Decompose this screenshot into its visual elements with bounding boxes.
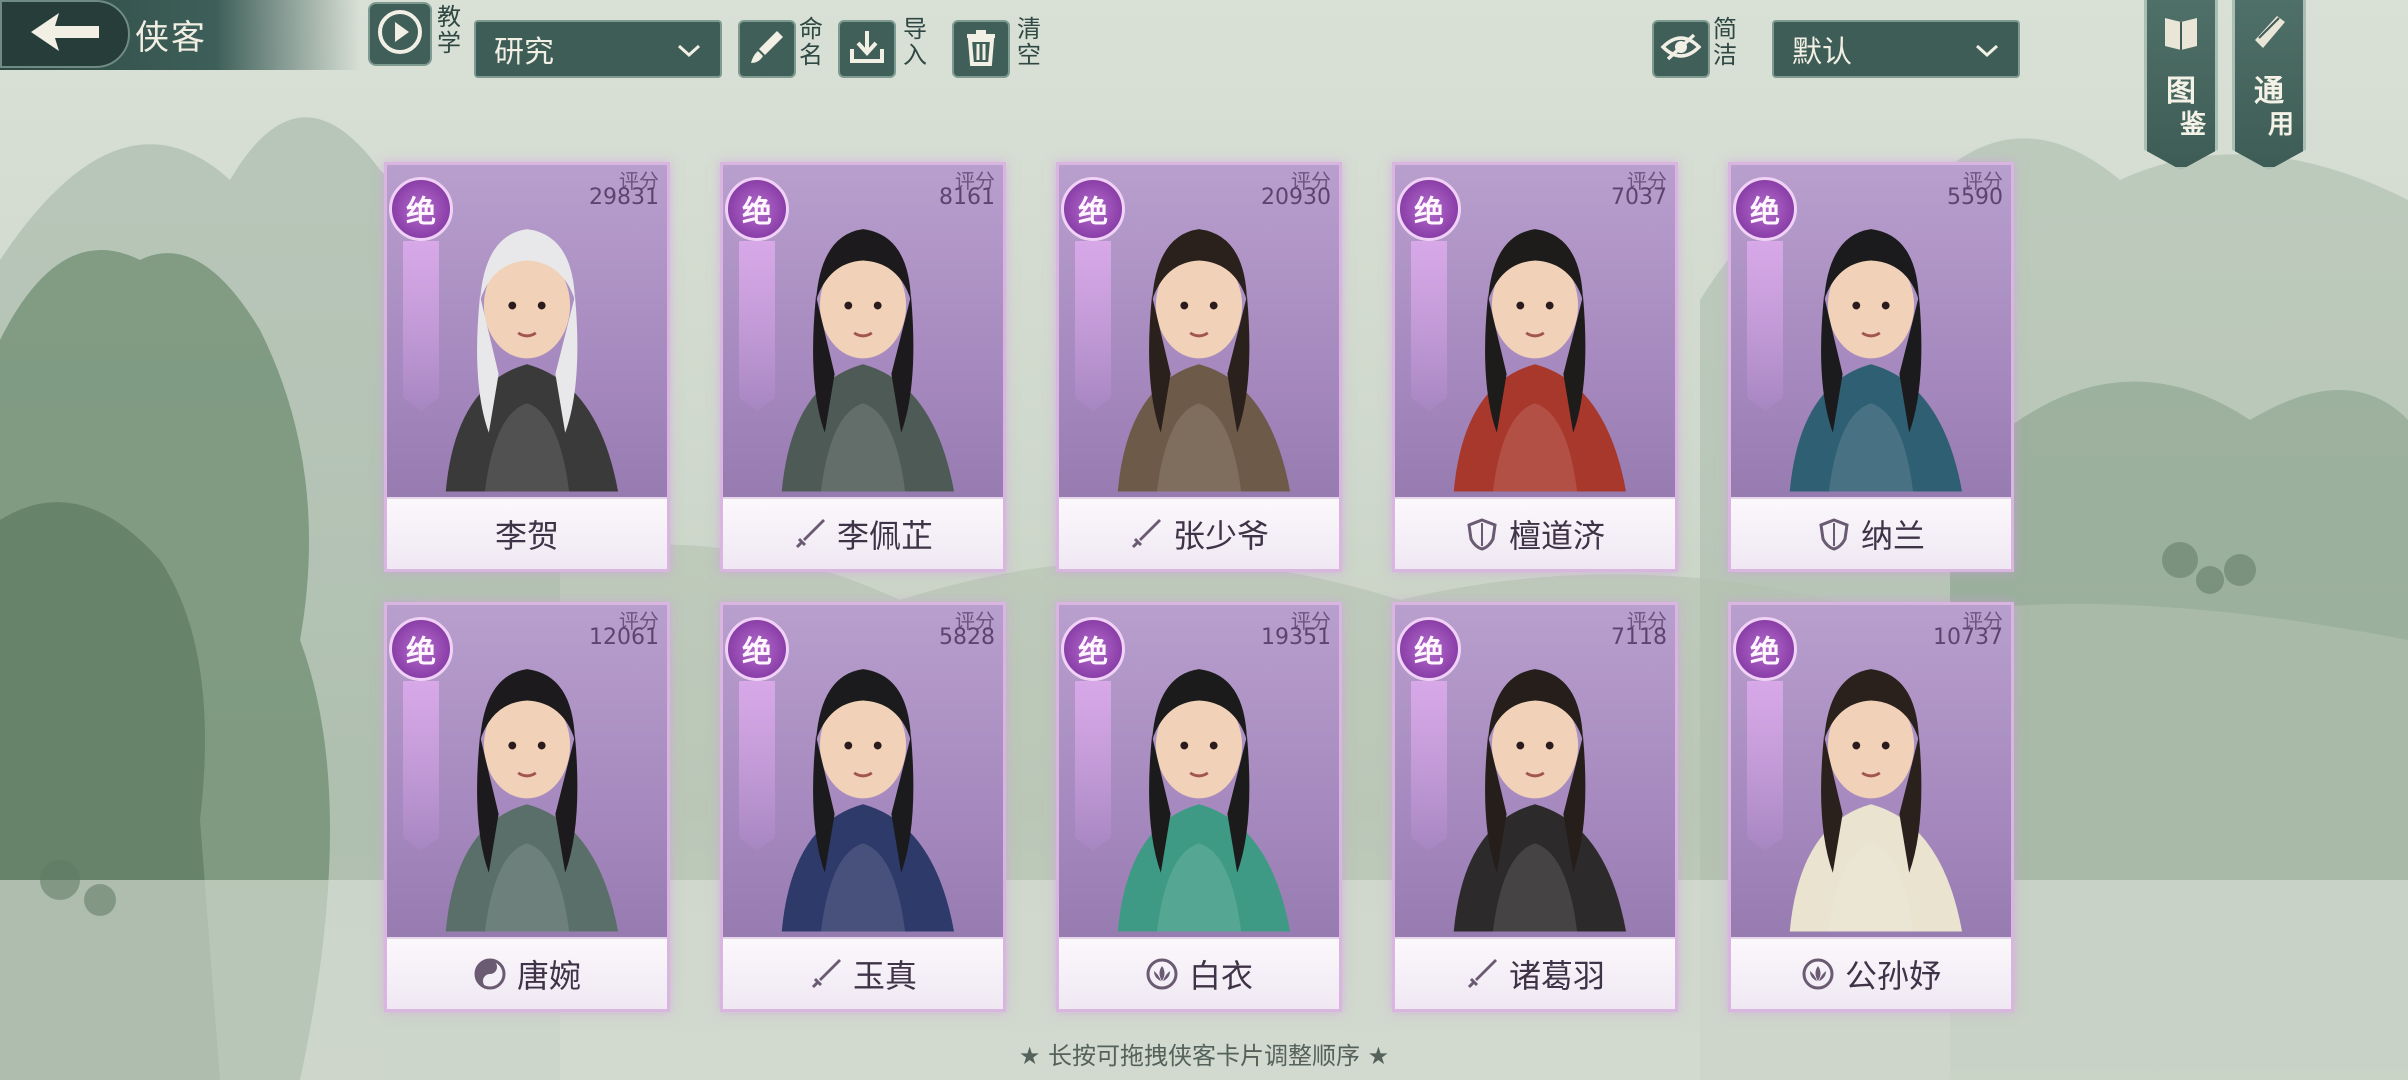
- name-plate: 玉真: [723, 937, 1003, 1009]
- rank-ribbon: [1075, 241, 1111, 411]
- rank-badge: 绝: [1397, 177, 1461, 241]
- hero-card[interactable]: 绝评分 10737 公孙妤: [1728, 602, 2014, 1012]
- score-value: 5590: [1947, 185, 2003, 210]
- rank-badge: 绝: [1061, 617, 1125, 681]
- rank-badge: 绝: [725, 177, 789, 241]
- rank-ribbon: [1747, 681, 1783, 851]
- hero-card[interactable]: 绝评分 19351 白衣: [1056, 602, 1342, 1012]
- hero-name: 公孙妤: [1844, 957, 1941, 995]
- hero-card[interactable]: 绝评分 29831 李贺: [384, 162, 670, 572]
- hero-card[interactable]: 绝评分 12061 唐婉: [384, 602, 670, 1012]
- rank-badge: 绝: [389, 177, 453, 241]
- rank-ribbon: [1075, 681, 1111, 851]
- name-plate: 李佩芷: [723, 497, 1003, 569]
- score-value: 12061: [589, 625, 659, 650]
- shield-icon: [1817, 517, 1851, 551]
- hero-name: 张少爷: [1172, 517, 1269, 555]
- shield-icon: [1465, 517, 1499, 551]
- hero-name: 白衣: [1188, 957, 1253, 995]
- hero-card[interactable]: 绝评分 5828 玉真: [720, 602, 1006, 1012]
- rank-badge: 绝: [725, 617, 789, 681]
- rank-badge: 绝: [1733, 617, 1797, 681]
- hero-card[interactable]: 绝评分 7118 诸葛羽: [1392, 602, 1678, 1012]
- hero-card[interactable]: 绝评分 5590 纳兰: [1728, 162, 2014, 572]
- score-value: 7118: [1611, 625, 1667, 650]
- rank-ribbon: [1411, 681, 1447, 851]
- name-plate: 白衣: [1059, 937, 1339, 1009]
- hero-name: 檀道济: [1508, 517, 1605, 555]
- hero-name: 玉真: [852, 957, 917, 995]
- rank-ribbon: [403, 681, 439, 851]
- score-value: 5828: [939, 625, 995, 650]
- lotus-icon: [1145, 957, 1179, 991]
- name-plate: 李贺: [387, 497, 667, 569]
- score-value: 8161: [939, 185, 995, 210]
- rank-badge: 绝: [1061, 177, 1125, 241]
- name-plate: 唐婉: [387, 937, 667, 1009]
- drag-hint: ★ 长按可拖拽侠客卡片调整顺序 ★: [1018, 1042, 1390, 1070]
- rank-ribbon: [1747, 241, 1783, 411]
- sword-icon: [1129, 517, 1163, 551]
- hero-card[interactable]: 绝评分 7037 檀道济: [1392, 162, 1678, 572]
- sword-icon: [1465, 957, 1499, 991]
- sword-icon: [809, 957, 843, 991]
- hero-name: 李佩芷: [836, 517, 933, 555]
- score-value: 29831: [589, 185, 659, 210]
- hero-name: 纳兰: [1860, 517, 1925, 555]
- rank-ribbon: [403, 241, 439, 411]
- name-plate: 公孙妤: [1731, 937, 2011, 1009]
- rank-ribbon: [739, 681, 775, 851]
- score-value: 19351: [1261, 625, 1331, 650]
- hero-name: 诸葛羽: [1508, 957, 1605, 995]
- score-value: 7037: [1611, 185, 1667, 210]
- rank-badge: 绝: [389, 617, 453, 681]
- hero-name: 唐婉: [516, 957, 581, 995]
- hero-name: 李贺: [494, 517, 559, 555]
- lotus-icon: [1801, 957, 1835, 991]
- rank-ribbon: [1411, 241, 1447, 411]
- name-plate: 诸葛羽: [1395, 937, 1675, 1009]
- rank-badge: 绝: [1733, 177, 1797, 241]
- name-plate: 张少爷: [1059, 497, 1339, 569]
- score-value: 20930: [1261, 185, 1331, 210]
- hero-card[interactable]: 绝评分 8161 李佩芷: [720, 162, 1006, 572]
- name-plate: 纳兰: [1731, 497, 2011, 569]
- taiji-icon: [473, 957, 507, 991]
- score-value: 10737: [1933, 625, 2003, 650]
- name-plate: 檀道济: [1395, 497, 1675, 569]
- hero-card[interactable]: 绝评分 20930 张少爷: [1056, 162, 1342, 572]
- hero-card-grid: 绝评分 29831 李贺绝评分 8161 李佩芷绝评分 20930 张少爷绝评分 7037 檀道…: [0, 0, 2408, 1080]
- rank-badge: 绝: [1397, 617, 1461, 681]
- rank-ribbon: [739, 241, 775, 411]
- sword-icon: [793, 517, 827, 551]
